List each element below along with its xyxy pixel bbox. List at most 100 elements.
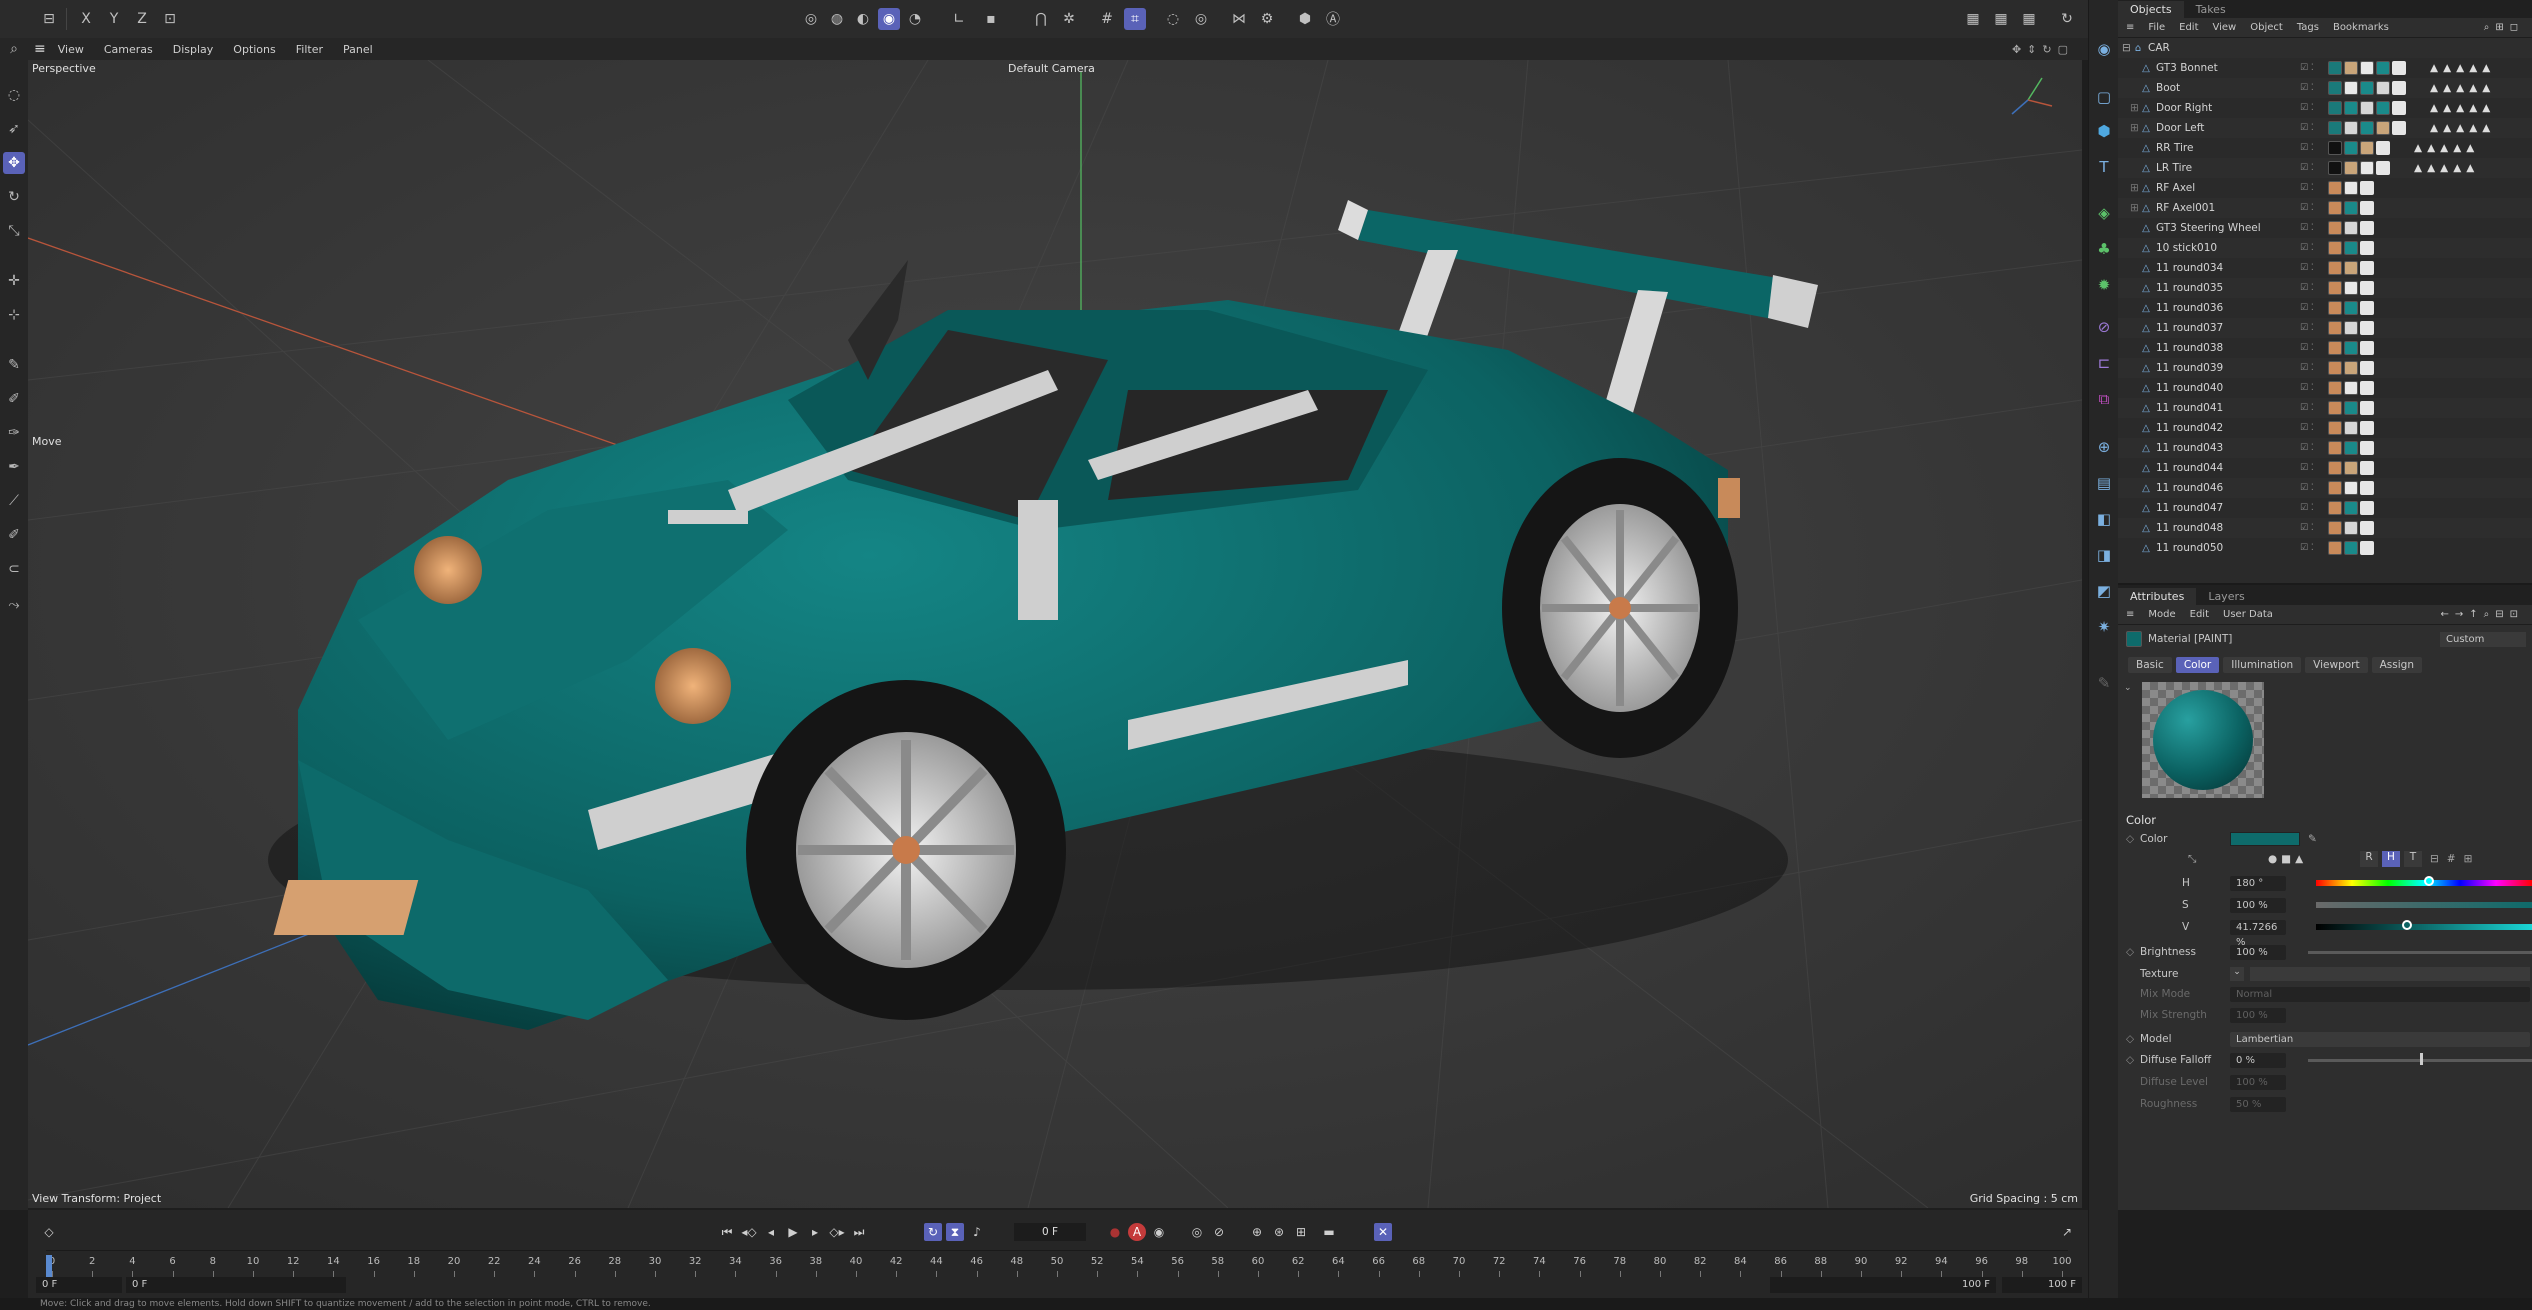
subtab-viewport[interactable]: Viewport	[2305, 657, 2368, 673]
visibility-toggle-icon[interactable]: ☑ ⁚	[2300, 323, 2314, 333]
keyframe-icon[interactable]: ◇	[2126, 833, 2134, 845]
knife-tool-icon[interactable]: ⟋	[3, 490, 25, 512]
projection-label[interactable]: Perspective	[32, 62, 96, 75]
phong-tag-icon[interactable]	[2360, 401, 2374, 415]
object-row[interactable]: ⊞ △ RF Axel001 ☑ ⁚	[2118, 198, 2532, 218]
attributes-menu-edit[interactable]: Edit	[2190, 609, 2209, 620]
collapse-icon[interactable]: ⌄	[2124, 683, 2132, 693]
object-row[interactable]: △ GT3 Bonnet ☑ ⁚ ▲▲▲▲▲	[2118, 58, 2532, 78]
coordinate-system-icon[interactable]: ⊡	[159, 8, 181, 30]
material-tag-icon[interactable]	[2344, 101, 2358, 115]
attributes-menu-mode[interactable]: Mode	[2148, 609, 2175, 620]
material-tag-icon[interactable]	[2344, 361, 2358, 375]
menu-hamburger-icon[interactable]: ≡	[34, 41, 46, 57]
render-mode-4-icon[interactable]: ◉	[878, 8, 900, 30]
object-row[interactable]: △ 11 round048 ☑ ⁚	[2118, 518, 2532, 538]
cube-icon[interactable]: ⬢	[2093, 120, 2115, 142]
phong-tag-icon[interactable]	[2360, 421, 2374, 435]
texture-slot[interactable]	[2250, 967, 2530, 981]
visibility-toggle-icon[interactable]: ☑ ⁚	[2300, 343, 2314, 353]
phong-tag-icon[interactable]	[2392, 121, 2406, 135]
visibility-toggle-icon[interactable]: ☑ ⁚	[2300, 243, 2314, 253]
mograph-icon[interactable]: ♣	[2093, 238, 2115, 260]
material-tag-icon[interactable]	[2344, 521, 2358, 535]
selection-tag-icons[interactable]: ▲▲▲▲▲	[2430, 102, 2495, 114]
material-tag-icon[interactable]	[2328, 461, 2342, 475]
spline-tool-icon[interactable]: ⊏	[2093, 352, 2115, 374]
preview-end-field[interactable]: 100 F	[1770, 1277, 1996, 1293]
deformer-icon[interactable]: ✹	[2093, 274, 2115, 296]
phong-tag-icon[interactable]	[2360, 241, 2374, 255]
visibility-toggle-icon[interactable]: ☑ ⁚	[2300, 403, 2314, 413]
transform-tool-icon[interactable]: ✛	[3, 270, 25, 292]
material-tag-icon[interactable]	[2344, 161, 2358, 175]
phong-tag-icon[interactable]	[2360, 201, 2374, 215]
visibility-toggle-icon[interactable]: ☑ ⁚	[2300, 183, 2314, 193]
menu-cameras[interactable]: Cameras	[104, 43, 153, 56]
tab-objects[interactable]: Objects	[2118, 1, 2184, 18]
phong-tag-icon[interactable]	[2360, 301, 2374, 315]
fps-icon[interactable]: ⧗	[946, 1223, 964, 1241]
material-tag-icon[interactable]	[2328, 521, 2342, 535]
material-tag-icon[interactable]	[2360, 121, 2374, 135]
objects-menu-tags[interactable]: Tags	[2297, 22, 2319, 33]
material-tag-icon[interactable]	[2328, 401, 2342, 415]
go-to-start-icon[interactable]: ⏮	[718, 1223, 736, 1241]
visibility-toggle-icon[interactable]: ☑ ⁚	[2300, 123, 2314, 133]
object-row[interactable]: △ LR Tire ☑ ⁚ ▲▲▲▲▲	[2118, 158, 2532, 178]
previous-key-icon[interactable]: ◂◇	[740, 1223, 758, 1241]
material-tag-icon[interactable]	[2344, 201, 2358, 215]
camera-icon[interactable]: ▤	[2093, 472, 2115, 494]
temperature-mode-button[interactable]: T	[2404, 851, 2422, 867]
scale-tool-icon[interactable]: ⤡	[3, 220, 25, 242]
light-icon[interactable]: ◧	[2093, 508, 2115, 530]
menu-view[interactable]: View	[58, 43, 84, 56]
material-tag-icon[interactable]	[2360, 141, 2374, 155]
material-tag-icon[interactable]	[2376, 81, 2390, 95]
object-manager-icon[interactable]: ◉	[2093, 38, 2115, 60]
symmetry-icon[interactable]: ⋈	[1228, 8, 1250, 30]
object-row[interactable]: ⊞ △ Door Left ☑ ⁚ ▲▲▲▲▲	[2118, 118, 2532, 138]
phong-tag-icon[interactable]	[2376, 141, 2390, 155]
visibility-toggle-icon[interactable]: ☑ ⁚	[2300, 523, 2314, 533]
object-row[interactable]: △ 11 round042 ☑ ⁚	[2118, 418, 2532, 438]
tab-takes[interactable]: Takes	[2184, 1, 2238, 18]
eyedropper-icon[interactable]: ✎	[2308, 833, 2317, 845]
loop-icon[interactable]: ↻	[924, 1223, 942, 1241]
keyframe-selection-icon[interactable]: ◉	[1150, 1223, 1168, 1241]
material-tag-icon[interactable]	[2344, 221, 2358, 235]
visibility-toggle-icon[interactable]: ☑ ⁚	[2300, 83, 2314, 93]
cloner-icon[interactable]: ◈	[2093, 202, 2115, 224]
subtab-color[interactable]: Color	[2175, 657, 2220, 673]
material-tag-icon[interactable]	[2328, 541, 2342, 555]
material-tag-icon[interactable]	[2328, 421, 2342, 435]
key-rotation-icon[interactable]: ⊘	[1210, 1223, 1228, 1241]
render-region-icon[interactable]: ⬢	[1294, 8, 1316, 30]
phong-tag-icon[interactable]	[2360, 281, 2374, 295]
material-tag-icon[interactable]	[2328, 81, 2342, 95]
snap-axis-icon[interactable]: ∟	[948, 8, 970, 30]
render-tag-icon[interactable]: ◨	[2093, 544, 2115, 566]
end-frame-field[interactable]: 100 F	[2002, 1277, 2082, 1293]
material-tag-icon[interactable]	[2344, 81, 2358, 95]
phong-tag-icon[interactable]	[2376, 161, 2390, 175]
align-tool-icon[interactable]: ⊹	[3, 304, 25, 326]
material-tag-icon[interactable]	[2344, 461, 2358, 475]
material-tag-icon[interactable]	[2328, 101, 2342, 115]
visibility-toggle-icon[interactable]: ☑ ⁚	[2300, 483, 2314, 493]
viewport-nav-icons[interactable]: ✥⇕↻▢	[2012, 43, 2074, 56]
expand-icon[interactable]: ⊞	[2118, 102, 2140, 114]
material-tag-icon[interactable]	[2376, 61, 2390, 75]
object-row[interactable]: ⊞ △ Door Right ☑ ⁚ ▲▲▲▲▲	[2118, 98, 2532, 118]
render-picture-icon[interactable]: ▦	[1990, 8, 2012, 30]
expand-icon[interactable]: ⊟	[2118, 42, 2132, 54]
phong-tag-icon[interactable]	[2360, 501, 2374, 515]
phong-tag-icon[interactable]	[2360, 381, 2374, 395]
object-row[interactable]: △ 11 round039 ☑ ⁚	[2118, 358, 2532, 378]
rgb-mode-button[interactable]: R	[2360, 851, 2378, 867]
sketch-tool-icon[interactable]: ✑	[3, 422, 25, 444]
phong-tag-icon[interactable]	[2392, 81, 2406, 95]
selection-tag-icons[interactable]: ▲▲▲▲▲	[2414, 162, 2479, 174]
material-tag-icon[interactable]	[2376, 121, 2390, 135]
diffuse-falloff-field[interactable]: 0 %	[2230, 1052, 2286, 1068]
